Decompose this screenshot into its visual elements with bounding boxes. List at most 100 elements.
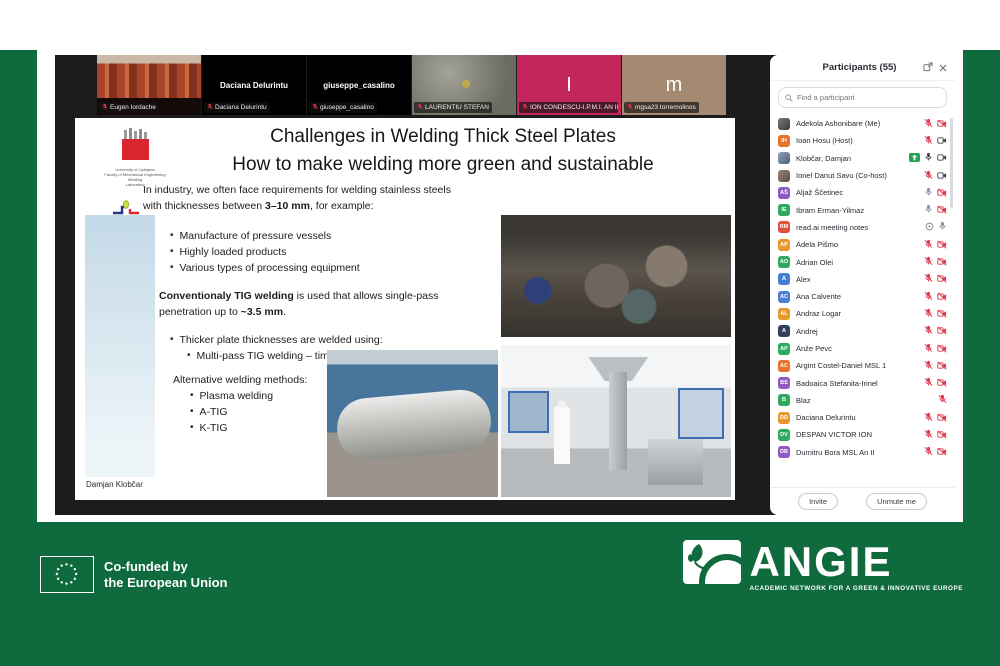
tile-name-label: ION CONDESCU-I.P.M.I. AN II	[519, 102, 618, 113]
participant-row[interactable]: ACArgint Costel-Daniel MSL 1	[770, 357, 955, 374]
avatar: DV	[778, 429, 790, 441]
participant-row[interactable]: Adekola Ashonibare (Me)	[770, 115, 955, 132]
tile-name-label: Daciana Delurintu	[204, 102, 270, 113]
mic-off-icon	[924, 322, 933, 340]
participant-name: Daciana Delurintu	[796, 413, 924, 422]
mic-off-icon	[924, 443, 933, 461]
participant-row[interactable]: AAndrej	[770, 323, 955, 340]
avatar: AP	[778, 343, 790, 355]
participant-row[interactable]: Klobčar, Damjan	[770, 150, 955, 167]
participant-row[interactable]: AAlex	[770, 271, 955, 288]
status-icons	[924, 184, 947, 202]
cam-off-icon	[937, 115, 947, 133]
participant-row[interactable]: BBlaz	[770, 392, 955, 409]
cam-off-icon	[937, 357, 947, 375]
popout-icon[interactable]	[923, 59, 933, 77]
participant-row[interactable]: AOAdrian Olei	[770, 253, 955, 270]
close-icon[interactable]	[939, 59, 947, 77]
participant-search[interactable]	[778, 87, 947, 108]
mic-off-icon	[924, 115, 933, 133]
status-icons	[924, 443, 947, 461]
avatar: AŠ	[778, 187, 790, 199]
invite-button[interactable]: Invite	[798, 493, 838, 510]
participants-footer: Invite Unmute me	[770, 487, 955, 515]
avatar: AL	[778, 308, 790, 320]
status-icons	[924, 288, 947, 306]
slide-tig-paragraph: Conventionaly TIG welding is used that a…	[159, 288, 509, 320]
mic-dim-icon	[938, 218, 947, 236]
eu-cofunding-text: Co-funded by the European Union	[104, 559, 228, 591]
participant-name: Ibram Erman-Yilmaz	[796, 206, 924, 215]
avatar: RM	[778, 221, 790, 233]
avatar: IE	[778, 204, 790, 216]
dot-icon	[925, 218, 934, 236]
video-tile[interactable]: Eugen Iordache	[97, 55, 201, 115]
mic-off-icon	[924, 132, 933, 150]
mic-off-icon	[924, 288, 933, 306]
participant-name: Aljaž Ščetinec	[796, 188, 924, 197]
share-icon	[909, 149, 920, 167]
mic-off-icon	[924, 357, 933, 375]
participant-row[interactable]: ACAna Calvente	[770, 288, 955, 305]
mic-off-icon	[924, 426, 933, 444]
mic-off-icon	[924, 340, 933, 358]
mic-off-icon	[924, 253, 933, 271]
window-right	[678, 388, 724, 440]
video-tile[interactable]: LAURENTIU STEFAN	[412, 55, 516, 115]
status-icons	[924, 167, 947, 185]
participant-name: Adekola Ashonibare (Me)	[796, 119, 924, 128]
angie-leaf-icon	[683, 540, 741, 584]
cam-off-icon	[937, 288, 947, 306]
participant-row[interactable]: IHIoan Hosu (Host)	[770, 132, 955, 149]
video-tile[interactable]: IION CONDESCU-I.P.M.I. AN II	[517, 55, 621, 115]
cam-off-icon	[937, 409, 947, 427]
slide-intro-text: In industry, we often face requirements …	[143, 182, 451, 214]
search-input[interactable]	[797, 93, 940, 102]
participant-name: Klobčar, Damjan	[796, 154, 909, 163]
participant-name: Blaz	[796, 396, 938, 405]
participant-row[interactable]: APAdela Pišmo	[770, 236, 955, 253]
unmute-me-button[interactable]: Unmute me	[866, 493, 927, 510]
photo-steel-tank-workshop	[327, 350, 498, 497]
participant-row[interactable]: DV DESPAN VICTOR ION	[770, 426, 955, 443]
participant-row[interactable]: APAnže Pevc	[770, 340, 955, 357]
participant-row[interactable]: Ionel Danut Savu (Co-host)	[770, 167, 955, 184]
university-castle-icon	[115, 128, 155, 162]
scrollbar-thumb[interactable]	[950, 118, 953, 208]
cam-on-icon	[937, 132, 947, 150]
presenter-name: Damjan Klobčar	[86, 480, 143, 489]
photo-cleanroom-equipment	[501, 345, 731, 497]
participant-name: Ioan Hosu (Host)	[796, 136, 924, 145]
participants-title: Participants (55)	[778, 62, 923, 73]
tile-name-label: mgsa23 torremolinos	[624, 102, 699, 113]
cam-off-icon	[937, 184, 947, 202]
participant-row[interactable]: BSBadoaica Stefanita-Irinel	[770, 374, 955, 391]
participant-name: Ionel Danut Savu (Co-host)	[796, 171, 924, 180]
tile-name-label: Eugen Iordache	[99, 102, 159, 113]
tile-name-label: giuseppe_casalino	[309, 102, 377, 113]
slide-sidebar-decoration	[85, 215, 155, 477]
shared-slide: Challenges in Welding Thick Steel Plates…	[75, 118, 735, 500]
participant-name: DESPAN VICTOR ION	[796, 430, 924, 439]
participant-row[interactable]: DBDumitru Bora MSL An II	[770, 444, 955, 461]
video-tile[interactable]: giuseppe_casalinogiuseppe_casalino	[307, 55, 411, 115]
participant-name: Adrian Olei	[796, 258, 924, 267]
avatar: DD	[778, 412, 790, 424]
participant-row[interactable]: DD Daciana Delurintu	[770, 409, 955, 426]
cam-off-icon	[937, 236, 947, 254]
video-tile[interactable]: Daciana DelurintuDaciana Delurintu	[202, 55, 306, 115]
cam-off-icon	[937, 201, 947, 219]
participant-row[interactable]: AŠ Aljaž Ščetinec	[770, 184, 955, 201]
participant-row[interactable]: IE Ibram Erman-Yilmaz	[770, 201, 955, 218]
eu-text-line2: the European Union	[104, 575, 228, 591]
participant-row[interactable]: ALAndraz Logar	[770, 305, 955, 322]
status-icons	[924, 270, 947, 288]
video-tile[interactable]: mmgsa23 torremolinos	[622, 55, 726, 115]
status-icons	[924, 409, 947, 427]
video-tile-strip: Eugen Iordache Daciana DelurintuDaciana D…	[97, 55, 726, 115]
cam-off-icon	[937, 270, 947, 288]
participant-row[interactable]: RMread.ai meeting notes	[770, 219, 955, 236]
mic-off-icon	[924, 167, 933, 185]
status-icons	[925, 218, 947, 236]
cam-off-icon	[937, 374, 947, 392]
